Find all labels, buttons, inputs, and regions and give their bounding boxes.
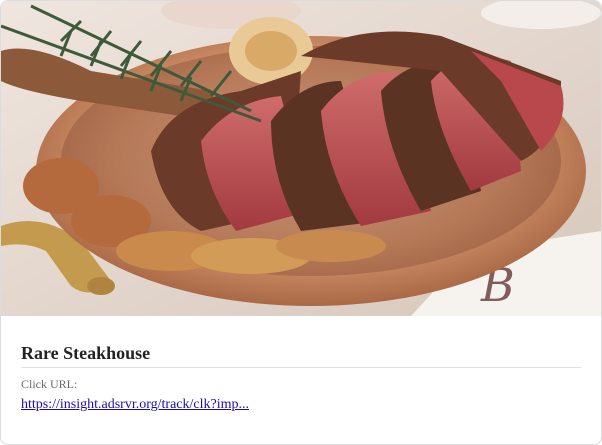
click-url-link[interactable]: https://insight.adsrvr.org/track/clk?imp… (21, 397, 249, 413)
steak-image: B (1, 1, 601, 316)
card-title[interactable]: Rare Steakhouse (21, 342, 581, 368)
click-url-label: Click URL: (21, 377, 78, 391)
card-body: Rare Steakhouse Click URL: https://insig… (21, 316, 581, 413)
ad-card[interactable]: B Rare Steakhouse Click URL: https://ins… (0, 0, 602, 445)
steak-photo[interactable]: B (1, 1, 601, 316)
